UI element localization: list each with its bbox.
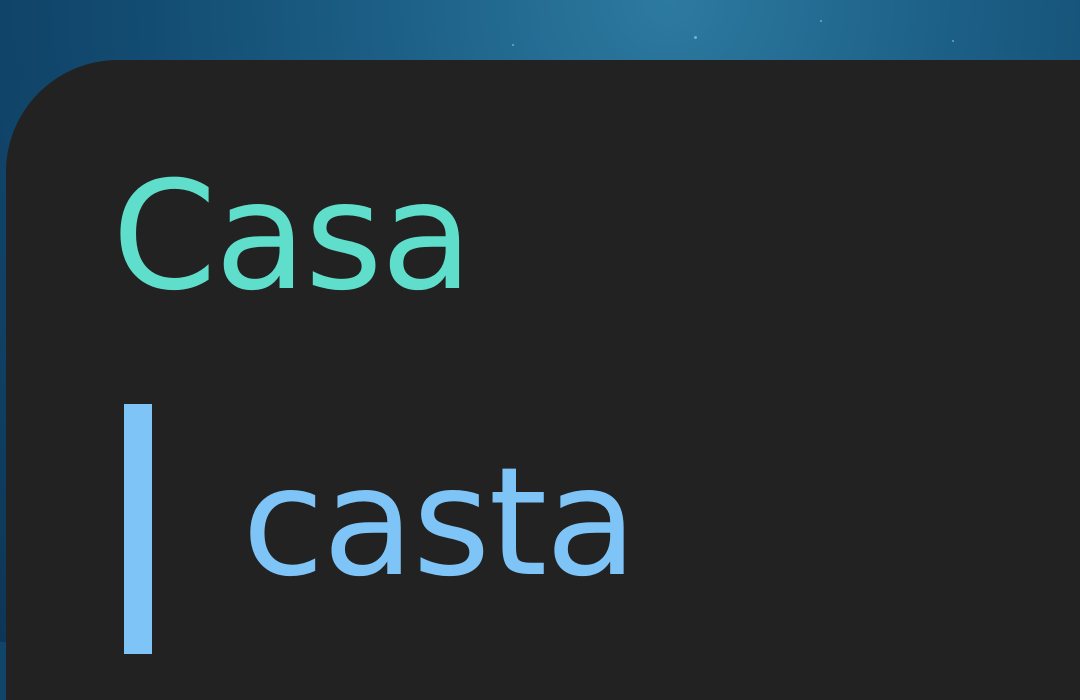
quote-bar [124, 404, 152, 654]
suggestion-item[interactable]: casta [124, 404, 844, 654]
suggestion-text: casta [242, 436, 637, 610]
entry-title: Casa [112, 150, 473, 324]
